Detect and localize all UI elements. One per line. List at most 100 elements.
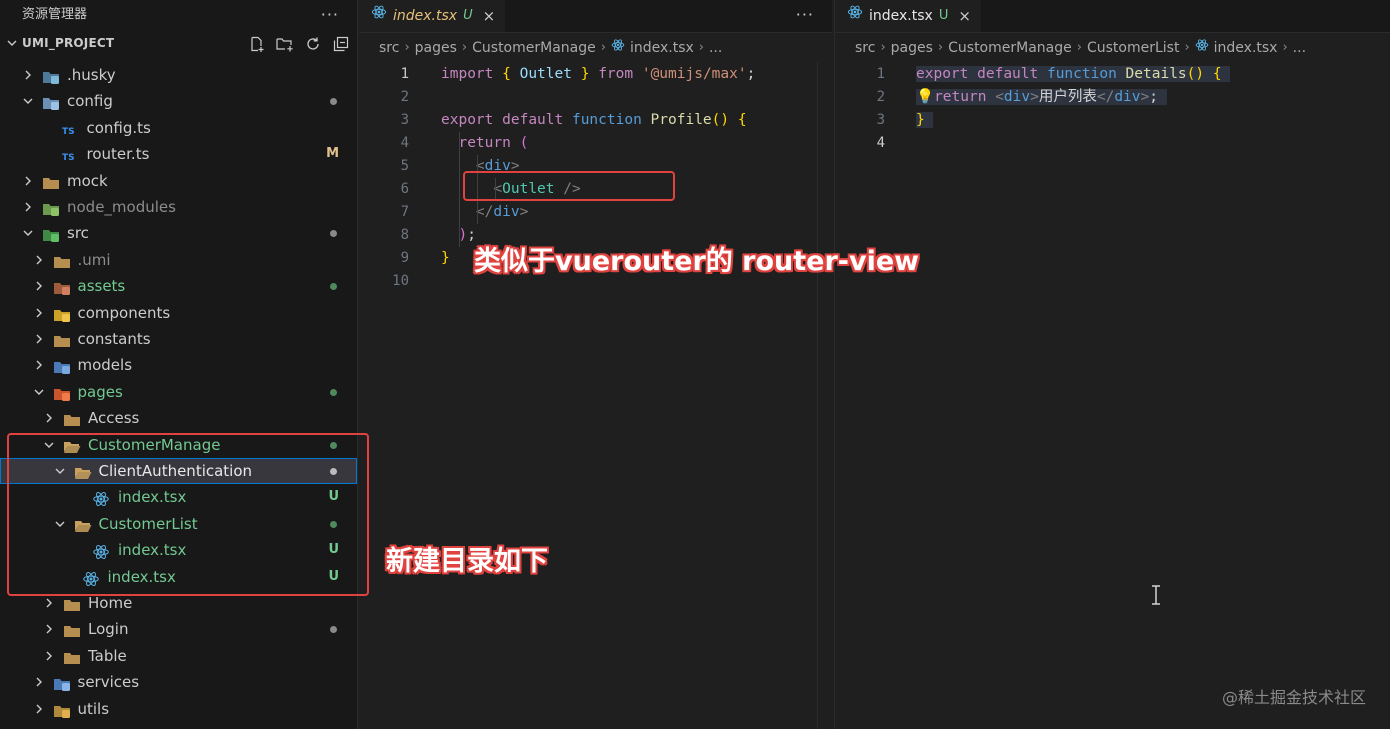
code-line[interactable]: 2: [359, 86, 832, 109]
folder-item[interactable]: src: [0, 220, 357, 246]
breadcrumb-item[interactable]: pages: [891, 31, 933, 65]
folder-src-icon: [42, 225, 60, 243]
chevron-right-icon: ›: [404, 40, 410, 55]
chevron-right-icon[interactable]: [33, 247, 45, 273]
breadcrumb-item[interactable]: pages: [415, 31, 457, 65]
folder-icon: [53, 331, 71, 347]
folder-husky-icon: [42, 67, 60, 84]
folder-item[interactable]: .umi: [0, 247, 357, 273]
tree-item-label: Access: [88, 409, 140, 428]
watermark: @稀土掘金技术社区: [1221, 688, 1366, 707]
line-number: 2: [400, 89, 409, 105]
tab-close-icon[interactable]: ×: [958, 0, 971, 32]
breadcrumb-item[interactable]: CustomerManage: [948, 31, 1072, 65]
folder-icon: [53, 252, 71, 268]
folder-item[interactable]: Access: [0, 405, 357, 431]
breadcrumb-item[interactable]: CustomerManage: [472, 31, 596, 65]
line-number: 3: [400, 112, 409, 128]
typescript-icon: TS: [61, 120, 79, 137]
editor-more-button[interactable]: ···: [796, 0, 814, 32]
tab-index-tsx[interactable]: index.tsx U ×: [359, 0, 506, 32]
folder-item[interactable]: services: [0, 669, 357, 695]
folder-item[interactable]: components: [0, 300, 357, 326]
tab-index-tsx[interactable]: index.tsx U ×: [835, 0, 981, 32]
tree-item-label: router.ts: [86, 145, 150, 164]
tree-item-label: Login: [88, 620, 129, 639]
chevron-right-icon[interactable]: [43, 616, 55, 642]
chevron-right-icon[interactable]: [33, 326, 45, 352]
folder-item[interactable]: constants: [0, 326, 357, 352]
code-text: return (: [458, 135, 529, 151]
svg-text:TS: TS: [62, 153, 75, 163]
folder-item[interactable]: Table: [0, 643, 357, 669]
chevron-right-icon[interactable]: [22, 168, 34, 194]
folder-item[interactable]: pages: [0, 379, 357, 405]
folder-item[interactable]: assets: [0, 273, 357, 299]
code-line[interactable]: 4 return (: [359, 132, 832, 155]
chevron-right-icon[interactable]: [33, 352, 45, 378]
svg-text:TS: TS: [62, 127, 75, 137]
tab-git-status: U: [938, 8, 949, 23]
folder-item[interactable]: .husky: [0, 62, 357, 88]
folder-icon: [63, 621, 81, 638]
folder-item[interactable]: mock: [0, 168, 357, 194]
project-header[interactable]: UMI_PROJECT: [0, 30, 357, 57]
typescript-icon: TS: [61, 146, 79, 163]
scrollbar[interactable]: [817, 62, 832, 729]
refresh-icon[interactable]: [303, 30, 323, 57]
code-text: export default function Details() {: [916, 63, 1231, 86]
chevron-down-icon[interactable]: [22, 88, 34, 114]
code-line[interactable]: 3 export default function Profile() {: [359, 109, 832, 132]
line-number: 4: [876, 135, 885, 151]
chevron-right-icon[interactable]: [33, 669, 45, 695]
chevron-right-icon[interactable]: [33, 273, 45, 299]
breadcrumb-item[interactable]: src: [855, 31, 875, 65]
chevron-right-icon[interactable]: [33, 696, 45, 722]
tab-close-icon[interactable]: ×: [483, 0, 496, 32]
chevron-right-icon[interactable]: [33, 300, 45, 326]
code-line[interactable]: 4: [835, 132, 1390, 155]
breadcrumb-item[interactable]: ...: [709, 31, 722, 65]
collapse-all-icon[interactable]: [331, 30, 351, 57]
folder-item[interactable]: config: [0, 88, 357, 114]
tree-item-label: mock: [67, 171, 108, 190]
modified-dot-icon: [330, 283, 337, 291]
tree-item-label: constants: [77, 330, 151, 348]
highlight-outlet-box: [463, 171, 675, 201]
new-file-icon[interactable]: [247, 30, 267, 57]
tree-item-label: config: [67, 92, 113, 111]
breadcrumb-item[interactable]: src: [379, 31, 399, 65]
new-folder-icon[interactable]: [275, 30, 295, 57]
folder-item[interactable]: models: [0, 352, 357, 378]
code-text: }: [441, 250, 450, 266]
line-number: 2: [876, 89, 885, 105]
chevron-right-icon[interactable]: [43, 643, 55, 669]
editor-pane-left: index.tsx U × ··· src › pages › CustomerMana…: [359, 0, 832, 729]
project-name: UMI_PROJECT: [22, 36, 115, 50]
tree-item-label: services: [77, 673, 140, 692]
code-line[interactable]: 2 💡return <div>用户列表</div>;: [835, 86, 1390, 109]
file-item[interactable]: TS config.ts: [0, 115, 357, 141]
code-line[interactable]: 3}: [835, 109, 1390, 132]
breadcrumb-item[interactable]: CustomerList: [1087, 31, 1179, 65]
chevron-right-icon[interactable]: [22, 62, 34, 88]
breadcrumb-item[interactable]: index.tsx: [630, 31, 694, 65]
code-text: </div>: [475, 204, 529, 220]
code-line[interactable]: 1 export default function Details() {: [835, 63, 1390, 86]
folder-icon: [63, 648, 81, 664]
react-icon: [611, 31, 625, 65]
breadcrumb-item[interactable]: ...: [1293, 31, 1306, 65]
folder-item[interactable]: Login: [0, 616, 357, 642]
breadcrumb-item[interactable]: index.tsx: [1214, 31, 1278, 65]
file-item[interactable]: TS router.ts M: [0, 141, 357, 167]
folder-item[interactable]: utils: [0, 696, 357, 722]
chevron-down-icon[interactable]: [22, 220, 34, 246]
chevron-right-icon[interactable]: [22, 194, 34, 220]
explorer-more-button[interactable]: ···: [321, 0, 339, 30]
code-line[interactable]: 7 </div>: [359, 201, 832, 224]
code-line[interactable]: 1 import { Outlet } from '@umijs/max';: [359, 63, 832, 86]
folder-item[interactable]: node_modules: [0, 194, 357, 220]
chevron-right-icon[interactable]: [43, 405, 55, 431]
react-icon: [847, 0, 863, 32]
chevron-down-icon[interactable]: [33, 379, 45, 405]
